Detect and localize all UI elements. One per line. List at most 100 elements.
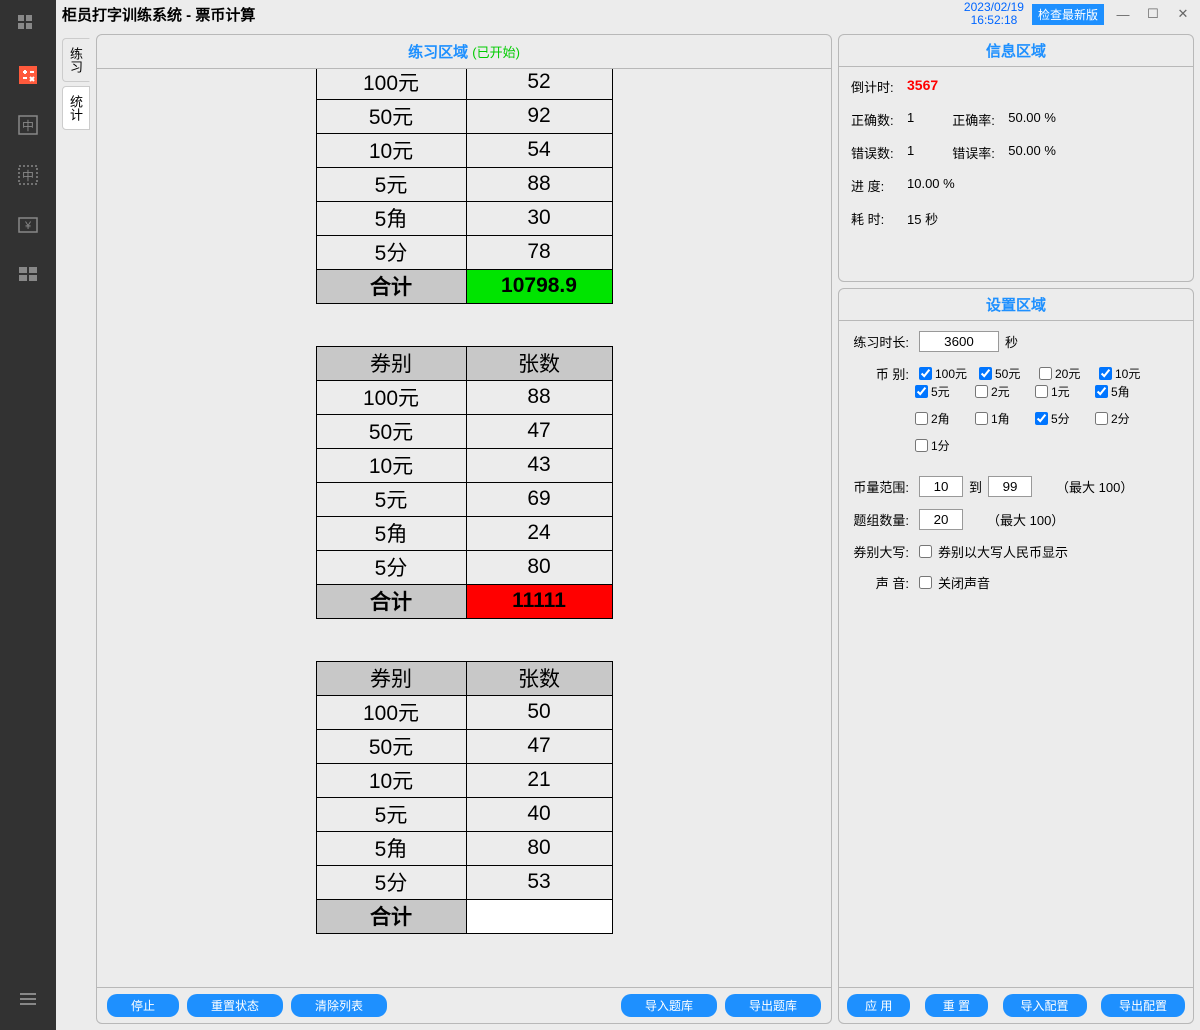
count-cell: 88 bbox=[466, 380, 612, 414]
export-bank-button[interactable]: 导出题库 bbox=[725, 994, 821, 1017]
reset-state-button[interactable]: 重置状态 bbox=[187, 994, 283, 1017]
denom-cell: 50元 bbox=[316, 99, 466, 133]
denom-checkbox-100元[interactable]: 100元 bbox=[919, 365, 979, 382]
count-cell: 30 bbox=[466, 201, 612, 235]
denom-checkbox-10元[interactable]: 10元 bbox=[1099, 365, 1159, 382]
duration-input[interactable] bbox=[919, 331, 999, 352]
info-panel: 信息区域 倒计时:3567 正确数:1正确率:50.00 % 错误数:1错误率:… bbox=[838, 34, 1194, 282]
tab-practice[interactable]: 练习 bbox=[62, 38, 90, 82]
range-to-input[interactable] bbox=[988, 476, 1032, 497]
progress-value: 10.00 % bbox=[907, 176, 955, 195]
denom-cell: 5元 bbox=[316, 167, 466, 201]
settings-panel: 设置区域 练习时长:秒 币 别: 100元50元20元10元 5元2元1元5角2… bbox=[838, 288, 1194, 1024]
count-cell: 50 bbox=[466, 695, 612, 729]
svg-text:中: 中 bbox=[22, 118, 34, 133]
denom-cell: 5分 bbox=[316, 235, 466, 269]
denom-label: 币 别: bbox=[851, 364, 909, 383]
upper-checkbox[interactable] bbox=[919, 545, 932, 558]
denom-checkbox-50元[interactable]: 50元 bbox=[979, 365, 1039, 382]
denom-cell: 5元 bbox=[316, 482, 466, 516]
range-label: 币量范围: bbox=[851, 477, 909, 496]
denom-checkbox-1分[interactable]: 1分 bbox=[915, 437, 975, 454]
denom-checkbox-1角[interactable]: 1角 bbox=[975, 410, 1035, 427]
denom-cell: 5角 bbox=[316, 201, 466, 235]
info-title: 信息区域 bbox=[839, 35, 1193, 67]
clear-list-button[interactable]: 清除列表 bbox=[291, 994, 387, 1017]
denom-checkbox-5分[interactable]: 5分 bbox=[1035, 410, 1095, 427]
practice-scroll[interactable]: 100元5250元9210元545元885角305分78合计10798.9券别张… bbox=[97, 69, 831, 987]
denom-cell: 10元 bbox=[316, 133, 466, 167]
close-button[interactable]: ✕ bbox=[1172, 5, 1194, 23]
export-config-button[interactable]: 导出配置 bbox=[1101, 994, 1185, 1017]
practice-panel: 练习区域 (已开始) 100元5250元9210元545元885角305分78合… bbox=[96, 34, 832, 1024]
rail-yen-icon[interactable]: ¥ bbox=[13, 210, 43, 240]
import-bank-button[interactable]: 导入题库 bbox=[621, 994, 717, 1017]
count-cell: 47 bbox=[466, 414, 612, 448]
wrong-count-label: 错误数: bbox=[851, 143, 907, 162]
upper-label: 券别大写: bbox=[851, 542, 909, 561]
settings-footer: 应 用 重 置 导入配置 导出配置 bbox=[839, 987, 1193, 1023]
rail-menu-icon[interactable] bbox=[13, 984, 43, 1014]
count-cell: 47 bbox=[466, 729, 612, 763]
apply-button[interactable]: 应 用 bbox=[847, 994, 910, 1017]
sound-cb-label: 关闭声音 bbox=[938, 573, 990, 592]
reset-button[interactable]: 重 置 bbox=[925, 994, 988, 1017]
group-count-input[interactable] bbox=[919, 509, 963, 530]
minimize-button[interactable]: — bbox=[1112, 5, 1134, 23]
count-cell: 40 bbox=[466, 797, 612, 831]
sound-label: 声 音: bbox=[851, 573, 909, 592]
denom-checkbox-5元[interactable]: 5元 bbox=[915, 383, 975, 400]
correct-count-label: 正确数: bbox=[851, 110, 907, 129]
denom-cell: 100元 bbox=[316, 69, 466, 99]
check-update-button[interactable]: 检查最新版 bbox=[1032, 4, 1104, 25]
correct-rate-label: 正确率: bbox=[952, 110, 1008, 129]
countdown-label: 倒计时: bbox=[851, 77, 907, 96]
maximize-button[interactable]: ☐ bbox=[1142, 5, 1164, 23]
rail-zh1-icon[interactable]: 中 bbox=[13, 110, 43, 140]
denom-checkbox-5角[interactable]: 5角 bbox=[1095, 383, 1155, 400]
denom-cell: 100元 bbox=[316, 380, 466, 414]
denom-checkbox-20元[interactable]: 20元 bbox=[1039, 365, 1099, 382]
rail-zh2-icon[interactable]: 中 bbox=[13, 160, 43, 190]
denom-checkbox-2角[interactable]: 2角 bbox=[915, 410, 975, 427]
side-tabs: 练习 统计 bbox=[62, 34, 90, 1024]
titlebar: 柜员打字训练系统 - 票币计算 2023/02/19 16:52:18 检查最新… bbox=[56, 0, 1200, 28]
denom-cell: 50元 bbox=[316, 729, 466, 763]
stop-button[interactable]: 停止 bbox=[107, 994, 179, 1017]
duration-unit: 秒 bbox=[1005, 332, 1018, 351]
rail-grid-icon[interactable] bbox=[13, 10, 43, 40]
total-label: 合计 bbox=[316, 899, 466, 933]
range-from-input[interactable] bbox=[919, 476, 963, 497]
tab-stats[interactable]: 统计 bbox=[62, 86, 90, 130]
correct-count: 1 bbox=[907, 110, 914, 129]
rail-calc-icon[interactable] bbox=[13, 60, 43, 90]
rail-dash-icon[interactable] bbox=[13, 260, 43, 290]
elapsed-value: 15 秒 bbox=[907, 209, 938, 228]
count-cell: 24 bbox=[466, 516, 612, 550]
denom-cell: 10元 bbox=[316, 763, 466, 797]
correct-rate: 50.00 % bbox=[1008, 110, 1056, 129]
import-config-button[interactable]: 导入配置 bbox=[1003, 994, 1087, 1017]
denom-checkbox-2元[interactable]: 2元 bbox=[975, 383, 1035, 400]
wrong-rate: 50.00 % bbox=[1008, 143, 1056, 162]
denom-checkbox-2分[interactable]: 2分 bbox=[1095, 410, 1155, 427]
left-rail: 中 中 ¥ bbox=[0, 0, 56, 1030]
col-denom: 券别 bbox=[316, 661, 466, 695]
group-max: （最大 100） bbox=[987, 510, 1064, 529]
wrong-count: 1 bbox=[907, 143, 914, 162]
practice-table: 券别张数100元5050元4710元215元405角805分53合计 bbox=[316, 661, 613, 934]
window-title: 柜员打字训练系统 - 票币计算 bbox=[62, 4, 255, 25]
total-value[interactable]: 10798.9 bbox=[466, 269, 612, 303]
range-to-label: 到 bbox=[969, 477, 982, 496]
total-value[interactable]: 11111 bbox=[466, 584, 612, 618]
sound-checkbox[interactable] bbox=[919, 576, 932, 589]
total-value[interactable] bbox=[466, 899, 612, 933]
count-cell: 54 bbox=[466, 133, 612, 167]
count-cell: 43 bbox=[466, 448, 612, 482]
settings-title: 设置区域 bbox=[839, 289, 1193, 321]
count-cell: 92 bbox=[466, 99, 612, 133]
denom-cell: 5分 bbox=[316, 865, 466, 899]
count-cell: 53 bbox=[466, 865, 612, 899]
denom-checkbox-1元[interactable]: 1元 bbox=[1035, 383, 1095, 400]
group-label: 题组数量: bbox=[851, 510, 909, 529]
